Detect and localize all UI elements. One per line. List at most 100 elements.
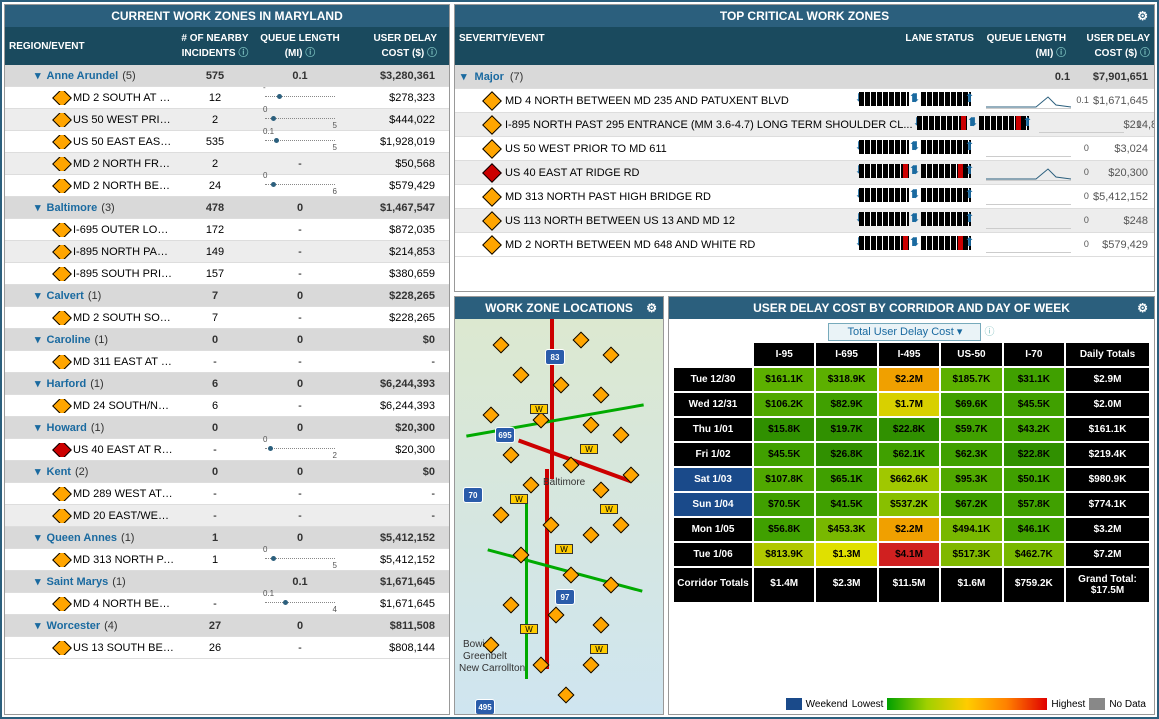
header-lane[interactable]: LANE STATUS [853,27,978,65]
heat-cell[interactable]: $59.7K [940,417,1002,442]
heat-cell[interactable]: $22.8K [1003,442,1065,467]
heat-cell[interactable]: $2.2M [878,517,940,542]
heat-cell[interactable]: $185.7K [940,367,1002,392]
work-zone-map-icon[interactable] [533,412,550,429]
work-zone-row[interactable]: US 50 EAST EAST O...5350.15$1,928,019 [5,131,449,153]
work-zone-map-icon[interactable] [548,607,565,624]
traffic-marker-icon[interactable]: W [510,494,528,504]
header-region[interactable]: REGION/EVENT [5,27,175,65]
heat-cell[interactable]: $4.1M [878,542,940,567]
heat-cell[interactable]: $65.1K [815,467,877,492]
heat-cell[interactable]: $1.7M [878,392,940,417]
work-zone-row[interactable]: MD 2 NORTH FRO...2-$50,568 [5,153,449,175]
left-table-body[interactable]: ▾Anne Arundel (5)5750.1$3,280,361MD 2 SO… [5,65,449,714]
info-icon[interactable]: ⓘ [305,48,315,59]
heat-cell[interactable]: $494.1K [940,517,1002,542]
work-zone-map-icon[interactable] [558,687,575,704]
work-zone-map-icon[interactable] [593,387,610,404]
work-zone-map-icon[interactable] [503,597,520,614]
heat-cell[interactable]: $161.1K [753,367,815,392]
heat-row-header[interactable]: Mon 1/05 [673,517,753,542]
heat-cell[interactable]: $662.6K [878,467,940,492]
heat-cell[interactable]: $462.7K [1003,542,1065,567]
critical-zone-row[interactable]: US 113 NORTH BETWEEN US 13 AND MD 12⬇⬇⬆⬆… [455,209,1154,233]
region-group-row[interactable]: ▾Anne Arundel (5)5750.1$3,280,361 [5,65,449,87]
gear-icon[interactable]: ⚙ [646,301,657,315]
heat-cell[interactable]: $517.3K [940,542,1002,567]
header-cost[interactable]: USER DELAY COST ($) ⓘ [1070,27,1154,65]
heat-metric-select[interactable]: Total User Delay Cost ▾ [828,323,981,341]
heat-cell[interactable]: $70.5K [753,492,815,517]
heat-col-header[interactable]: I-495 [878,342,940,367]
heat-cell[interactable]: $22.8K [878,417,940,442]
work-zone-map-icon[interactable] [583,417,600,434]
heat-cell[interactable]: $41.5K [815,492,877,517]
traffic-marker-icon[interactable]: W [580,444,598,454]
heat-cell[interactable]: $43.2K [1003,417,1065,442]
critical-zone-row[interactable]: I-895 NORTH PAST 295 ENTRANCE (MM 3.6-4.… [455,113,1154,137]
work-zone-row[interactable]: MD 2 SOUTH SOUT...7-$228,265 [5,307,449,329]
work-zone-map-icon[interactable] [593,482,610,499]
info-icon[interactable]: ⓘ [985,327,995,338]
heat-cell[interactable]: $537.2K [878,492,940,517]
heat-row-header[interactable]: Sat 1/03 [673,467,753,492]
heat-row-header[interactable]: Fri 1/02 [673,442,753,467]
info-icon[interactable]: ⓘ [1056,48,1066,59]
heat-row-header[interactable]: Tue 1/06 [673,542,753,567]
traffic-marker-icon[interactable]: W [530,404,548,414]
heat-cell[interactable]: $26.8K [815,442,877,467]
header-severity[interactable]: SEVERITY/EVENT [455,27,853,65]
traffic-marker-icon[interactable]: W [600,504,618,514]
gear-icon[interactable]: ⚙ [1137,301,1148,315]
heat-cell[interactable]: $31.1K [1003,367,1065,392]
heat-cell[interactable]: $15.8K [753,417,815,442]
work-zone-map-icon[interactable] [613,427,630,444]
work-zone-row[interactable]: US 50 WEST PRIOR ...205$444,022 [5,109,449,131]
work-zone-map-icon[interactable] [603,347,620,364]
region-group-row[interactable]: ▾Queen Annes (1)10$5,412,152 [5,527,449,549]
heat-cell[interactable]: $106.2K [753,392,815,417]
heat-col-header[interactable]: I-70 [1003,342,1065,367]
region-group-row[interactable]: ▾Harford (1)60$6,244,393 [5,373,449,395]
header-cost[interactable]: USER DELAY COST ($) ⓘ [345,27,441,65]
heat-cell[interactable]: $813.9K [753,542,815,567]
work-zone-row[interactable]: MD 311 EAST AT M...--- [5,351,449,373]
heat-col-header[interactable]: I-95 [753,342,815,367]
work-zone-map-icon[interactable] [583,657,600,674]
heat-cell[interactable]: $45.5K [753,442,815,467]
heat-col-header[interactable]: US-50 [940,342,1002,367]
heat-cell[interactable]: $57.8K [1003,492,1065,517]
work-zone-row[interactable]: MD 4 NORTH BETW...-0.14$1,671,645 [5,593,449,615]
info-icon[interactable]: ⓘ [238,48,248,59]
work-zone-map-icon[interactable] [613,517,630,534]
heat-cell[interactable]: $453.3K [815,517,877,542]
heat-cell[interactable]: $56.8K [753,517,815,542]
region-group-row[interactable]: ▾Worcester (4)270$811,508 [5,615,449,637]
heat-cell[interactable]: $82.9K [815,392,877,417]
work-zone-row[interactable]: US 13 SOUTH BET...26-$808,144 [5,637,449,659]
heat-cell[interactable]: $2.2M [878,367,940,392]
heat-cell[interactable]: $1.3M [815,542,877,567]
region-group-row[interactable]: ▾Kent (2)00$0 [5,461,449,483]
traffic-marker-icon[interactable]: W [555,544,573,554]
gear-icon[interactable]: ⚙ [1137,9,1148,23]
work-zone-map-icon[interactable] [483,407,500,424]
heat-cell[interactable]: $46.1K [1003,517,1065,542]
work-zone-row[interactable]: MD 2 SOUTH AT M...12-$278,323 [5,87,449,109]
region-group-row[interactable]: ▾Baltimore (3)4780$1,467,547 [5,197,449,219]
region-group-row[interactable]: ▾Howard (1)00$20,300 [5,417,449,439]
heat-cell[interactable]: $45.5K [1003,392,1065,417]
severity-group-row[interactable]: ▾Major (7)0.1$7,901,651 [455,65,1154,89]
work-zone-map-icon[interactable] [593,617,610,634]
work-zone-row[interactable]: I-895 NORTH PAST ...149-$214,853 [5,241,449,263]
heat-cell[interactable]: $50.1K [1003,467,1065,492]
work-zone-map-icon[interactable] [553,377,570,394]
critical-zone-row[interactable]: US 50 WEST PRIOR TO MD 611⬇⬇⬆⬆0$3,024 [455,137,1154,161]
work-zone-row[interactable]: MD 24 SOUTH/NO...6-$6,244,393 [5,395,449,417]
heat-col-header[interactable]: I-695 [815,342,877,367]
header-queue[interactable]: QUEUE LENGTH (MI) ⓘ [978,27,1070,65]
heat-cell[interactable]: $69.6K [940,392,1002,417]
map-canvas[interactable]: Baltimore Bowie Greenbelt New Carrollton… [455,319,663,714]
work-zone-row[interactable]: I-895 SOUTH PRIOR...157-$380,659 [5,263,449,285]
heat-cell[interactable]: $95.3K [940,467,1002,492]
